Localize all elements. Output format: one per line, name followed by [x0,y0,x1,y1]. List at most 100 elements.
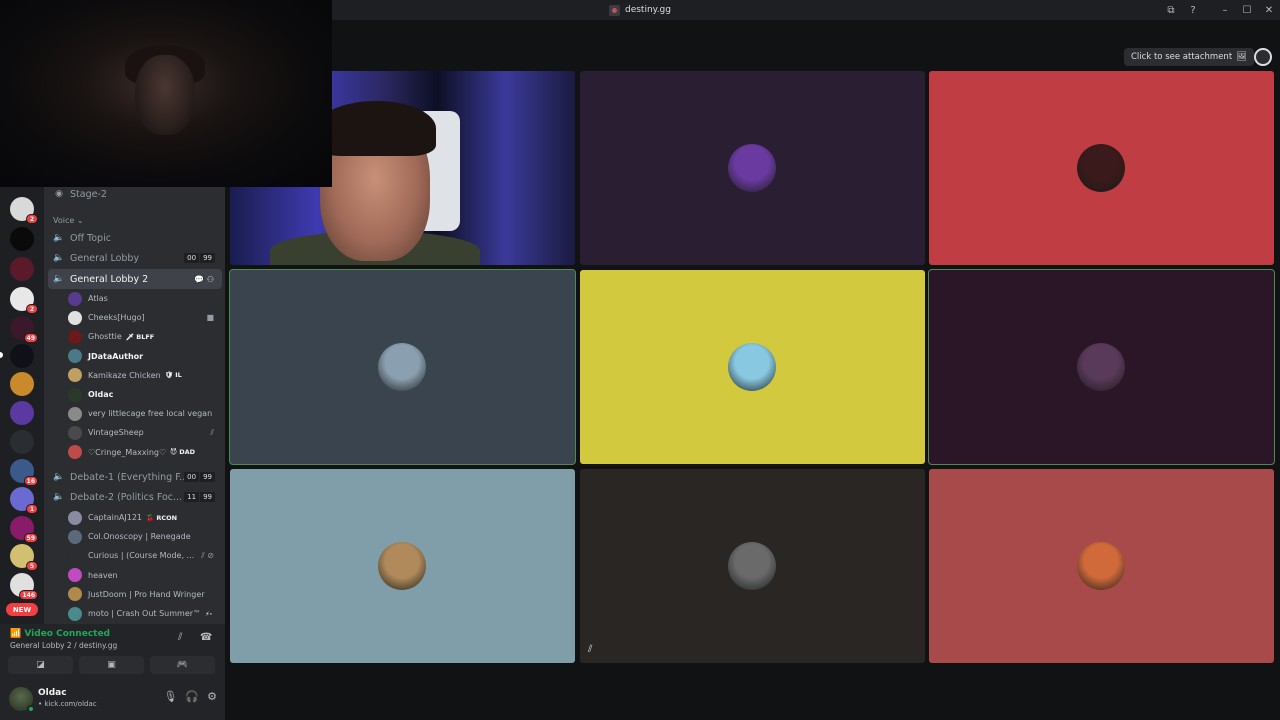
channel-debate-2[interactable]: 🔈 Debate-2 (Politics Foc... 11 99 [44,487,225,507]
settings-gear-icon[interactable]: ⚙ [207,690,217,703]
server-icon[interactable] [10,372,34,396]
voice-status-panel: 📶 Video Connected General Lobby 2 / dest… [0,624,225,680]
noise-suppression-icon[interactable]: ⫽ [178,632,182,643]
avatar [68,548,82,563]
video-tile[interactable] [580,71,925,265]
channel-debate-1[interactable]: 🔈 Debate-1 (Everything F... 00 99 [44,467,225,487]
attachment-button[interactable]: Click to see attachment 🖼 [1124,48,1254,66]
inbox-icon[interactable]: ⧉ [1160,0,1182,20]
voice-user[interactable]: Col.Onoscopy | Renegade [68,527,224,546]
voice-user[interactable]: JDataAuthor [68,347,224,366]
speaker-icon: 🔈 [53,472,65,482]
microphone-icon[interactable]: 🎙 [163,690,177,703]
avatar [68,425,82,440]
server-icon[interactable]: 16 [10,459,38,486]
voice-user-name: moto | Crash Out Summer™ [88,609,202,618]
voice-user-name: Col.Onoscopy | Renegade [88,532,191,542]
avatar [1077,144,1125,192]
speaker-icon: 🔈 [53,492,65,502]
voice-user[interactable]: CaptainAJ121 🍒 RCON [68,508,224,527]
avatar [68,445,82,460]
voice-user[interactable]: heaven [68,566,224,585]
user-panel: Oldac • kick.com/oldac 🎙 🎧 ⚙ [0,680,225,720]
voice-connected-status[interactable]: 📶 Video Connected [10,629,110,639]
video-tile[interactable] [929,71,1274,265]
voice-user[interactable]: Oldac [68,385,224,404]
avatar [68,387,82,402]
voice-user[interactable]: Ghosttie 🗡 BLFF [68,327,224,346]
channel-list: ◉ Stage-2 Voice ⌄ 🔈 Off Topic 🔈 General … [44,187,225,624]
server-icon[interactable]: 5 [10,544,38,571]
video-tile[interactable] [580,270,925,464]
activities-button[interactable]: 🎮 [150,656,215,674]
headphones-icon[interactable]: 🎧 [185,690,199,703]
mention-badge: 16 [23,476,38,486]
server-icon[interactable]: 146 [10,573,38,600]
channel-general-lobby-2[interactable]: 🔈 General Lobby 2 💬 ⚇ [48,269,222,289]
chat-and-invite-icon[interactable]: 💬 ⚇ [194,275,214,284]
muted-deafened-icon: ⫽ ⊘ [201,550,214,560]
channel-off-topic[interactable]: 🔈 Off Topic [44,228,225,248]
avatar [378,343,426,391]
speaker-icon: 🔈 [53,253,65,263]
server-icon[interactable] [10,227,34,251]
voice-user[interactable]: moto | Crash Out Summer™ ⚡· [68,604,224,623]
camera-off-icon: ◪ [36,660,45,670]
server-icon[interactable]: 49 [10,316,38,343]
signal-icon: 📶 [10,629,22,639]
video-tile[interactable] [928,269,1275,465]
speaker-icon: 🔈 [53,233,65,243]
webcam-overlay [0,0,332,187]
voice-user-name: heaven [88,570,118,580]
camera-toggle-button[interactable]: ◪ [8,656,73,674]
channel-general-lobby[interactable]: 🔈 General Lobby 00 99 [44,248,225,268]
video-tile[interactable]: ⫽ [580,469,925,663]
video-tile[interactable] [229,269,576,465]
disconnect-icon[interactable]: ☎ [200,632,212,643]
avatar [68,510,82,525]
channel-stage-2[interactable]: ◉ Stage-2 [44,187,225,204]
minimize-button[interactable]: – [1214,0,1236,20]
video-tile[interactable] [929,469,1274,663]
voice-user[interactable]: ♡Cringe_Maxxing♡ 😈 DAD [68,443,224,462]
avatar [68,406,82,421]
avatar [68,329,82,344]
avatar [378,542,426,590]
avatar [68,310,82,325]
attachment-avatar[interactable] [1254,48,1272,66]
avatar [68,529,82,544]
voice-user[interactable]: Atlas [68,289,224,308]
server-icon[interactable] [10,430,34,454]
new-servers-pill[interactable]: NEW [6,603,38,616]
voice-user-name: ♡Cringe_Maxxing♡ [88,447,167,457]
close-button[interactable]: ✕ [1258,0,1280,20]
voice-user[interactable]: VintageSheep ⫽ [68,423,224,442]
voice-location: General Lobby 2 / destiny.gg [10,641,118,650]
help-icon[interactable]: ? [1182,0,1204,20]
server-icon[interactable]: 59 [10,516,38,543]
category-voice[interactable]: Voice ⌄ [53,216,84,225]
server-icon[interactable]: 2 [10,197,38,224]
mention-badge: 2 [26,304,38,314]
server-icon[interactable] [10,257,34,281]
server-icon[interactable] [10,344,34,368]
username[interactable]: Oldac [38,688,67,698]
voice-user-name: CaptainAJ121 [88,513,142,522]
server-icon[interactable]: 1 [10,487,38,514]
avatar [68,291,82,306]
voice-user[interactable]: JustDoom | Pro Hand Wringer [68,585,224,604]
screen-share-button[interactable]: ▣ [79,656,144,674]
voice-user-name: Ghosttie [88,332,122,342]
voice-user[interactable]: very littlecage free local vegan [68,404,224,423]
voice-user[interactable]: Curious | (Course Mode, ... ⫽ ⊘ [68,546,224,565]
voice-user[interactable]: Kamikaze Chicken 🛡 IL [68,366,224,385]
server-icon[interactable] [10,401,34,425]
avatar [728,542,776,590]
user-tag: 🍒 RCON [146,513,178,522]
voice-user-name: JDataAuthor [88,351,144,361]
user-tag: 😈 DAD [170,448,196,457]
maximize-button[interactable]: ☐ [1236,0,1258,20]
voice-user[interactable]: Cheeks[Hugo] ■ [68,308,224,327]
server-icon[interactable]: 2 [10,287,38,314]
video-tile[interactable] [230,469,575,663]
